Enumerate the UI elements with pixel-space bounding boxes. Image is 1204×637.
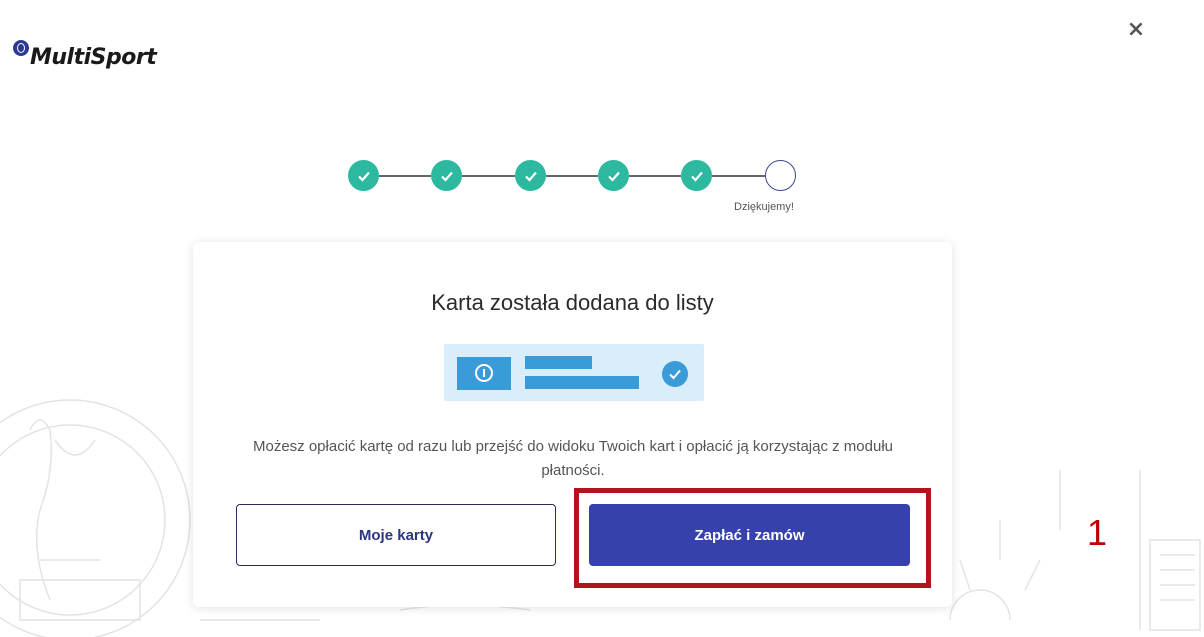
- card-logo-icon: [457, 357, 511, 390]
- step-2-done: [431, 160, 462, 191]
- step-connector: [712, 175, 765, 177]
- step-connector: [546, 175, 598, 177]
- checkmark-icon: [440, 171, 453, 182]
- dialog-title: Karta została dodana do listy: [431, 290, 714, 315]
- close-icon[interactable]: ×: [1124, 18, 1148, 42]
- checkmark-icon: [357, 171, 370, 182]
- step-connector: [462, 175, 515, 177]
- step-5-done: [681, 160, 712, 191]
- card-line-short: [525, 356, 592, 369]
- annotation-number: 1: [1087, 512, 1108, 553]
- step-6-pending: [765, 160, 796, 191]
- checkmark-icon: [524, 171, 537, 182]
- checkmark-icon: [690, 171, 703, 182]
- logo-mark-icon: [13, 40, 29, 56]
- step-connector: [379, 175, 431, 177]
- logo-text: MultiSport: [30, 45, 157, 70]
- my-cards-button[interactable]: Moje karty: [236, 504, 556, 566]
- dialog-description: Możesz opłacić kartę od razu lub przejść…: [252, 438, 893, 479]
- card-added-illustration: [444, 344, 704, 401]
- step-3-done: [515, 160, 546, 191]
- checkmark-icon: [607, 171, 620, 182]
- step-4-done: [598, 160, 629, 191]
- annotation-highlight-box: [574, 488, 931, 588]
- card-line-long: [525, 376, 639, 389]
- check-circle-icon: [662, 361, 688, 387]
- step-connector: [629, 175, 681, 177]
- progress-stepper: Dziękujemy!: [348, 160, 796, 220]
- step-6-label: Dziękujemy!: [734, 201, 794, 213]
- step-1-done: [348, 160, 379, 191]
- multisport-logo: MultiSport: [13, 38, 157, 70]
